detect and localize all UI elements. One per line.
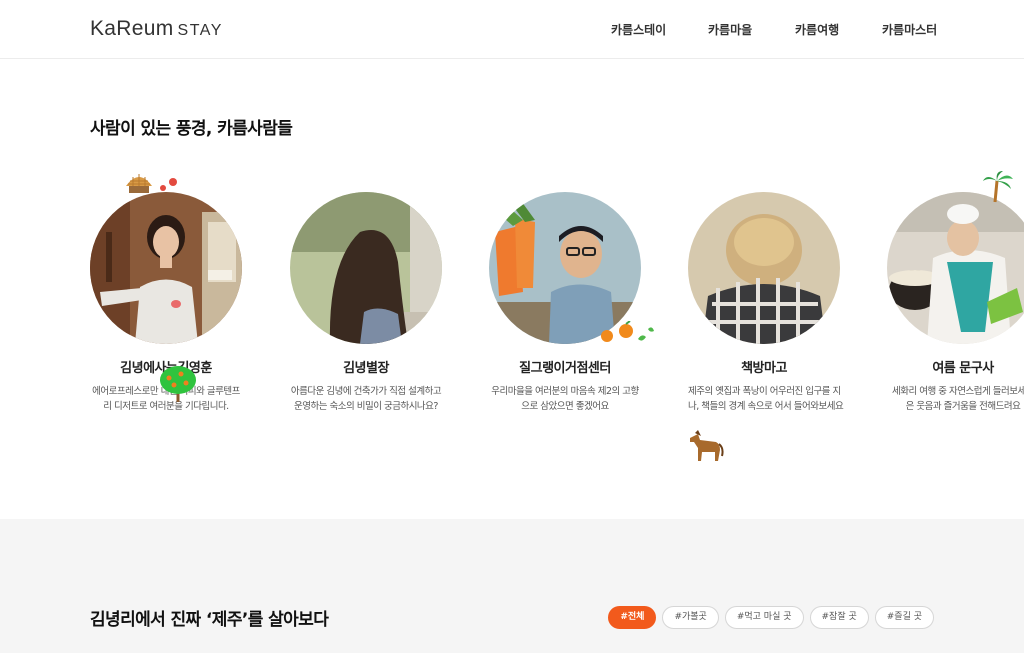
filter-chip-places[interactable]: #가볼곳 (662, 606, 719, 629)
filter-chips: #전체 #가볼곳 #먹고 마실 곳 #잠잘 곳 #즐길 곳 (608, 606, 934, 629)
nav-item-village[interactable]: 카름마을 (708, 21, 752, 38)
camellia-flower-icon (158, 177, 180, 197)
filter-chip-stay[interactable]: #잠잘 곳 (809, 606, 869, 629)
person-description: 세화리 여행 중 자연스럽게 들러보세요 은 웃음과 즐거움을 전해드려요 (892, 386, 1024, 412)
person-name: 책방마고 (741, 361, 787, 376)
palm-tree-icon (983, 171, 1013, 207)
main-nav: 카름스테이 카름마을 카름여행 카름마스터 (0, 21, 1024, 39)
stone-hut-icon (124, 172, 154, 198)
nav-item-travel[interactable]: 카름여행 (795, 21, 839, 38)
person-description: 제주의 옛집과 폭낭이 어우러진 입구를 지 나, 책들의 경계 속으로 어서 … (688, 386, 844, 412)
person-photo (290, 192, 442, 344)
live-section-title: 김녕리에서 진짜 ‘제주’를 살아보다 (90, 610, 329, 630)
live-section: 김녕리에서 진짜 ‘제주’를 살아보다 #전체 #가볼곳 #먹고 마실 곳 #잠… (0, 519, 1024, 653)
tangerine-tree-icon (159, 366, 197, 406)
jeju-horse-icon (686, 430, 724, 466)
person-photo (90, 192, 242, 344)
person-photo (887, 192, 1024, 344)
nav-item-stay[interactable]: 카름스테이 (611, 21, 666, 38)
filter-chip-all[interactable]: #전체 (608, 606, 657, 629)
person-card[interactable]: 질그랭이거점센터 우리마을을 여러분의 마음속 제2의 고향 으로 삼았으면 좋… (489, 192, 641, 414)
filter-chip-fun[interactable]: #즐길 곳 (874, 606, 934, 629)
nav-item-master[interactable]: 카름마스터 (882, 21, 937, 38)
person-name: 김녕별장 (343, 361, 389, 376)
person-name: 질그랭이거점센터 (519, 361, 611, 376)
tangerine-icon (598, 320, 656, 349)
person-card[interactable]: 김녕별장 아름다운 김녕에 건축가가 직접 설계하고 운영하는 숙소의 비밀이 … (290, 192, 442, 414)
people-section-title: 사람이 있는 풍경, 카름사람들 (90, 119, 293, 139)
person-description: 우리마을을 여러분의 마음속 제2의 고향 으로 삼았으면 좋겠어요 (491, 386, 639, 412)
person-photo (688, 192, 840, 344)
person-card[interactable]: 여름 문구사 세화리 여행 중 자연스럽게 들러보세요 은 웃음과 즐거움을 전… (887, 192, 1024, 414)
person-name: 여름 문구사 (932, 361, 994, 376)
site-header: KaReum STAY 카름스테이 카름마을 카름여행 카름마스터 (0, 0, 1024, 59)
filter-chip-food[interactable]: #먹고 마실 곳 (724, 606, 804, 629)
person-card[interactable]: 책방마고 제주의 옛집과 폭낭이 어우러진 입구를 지 나, 책들의 경계 속으… (688, 192, 844, 414)
person-description: 아름다운 김녕에 건축가가 직접 설계하고 운영하는 숙소의 비밀이 궁금하시나… (290, 386, 442, 412)
